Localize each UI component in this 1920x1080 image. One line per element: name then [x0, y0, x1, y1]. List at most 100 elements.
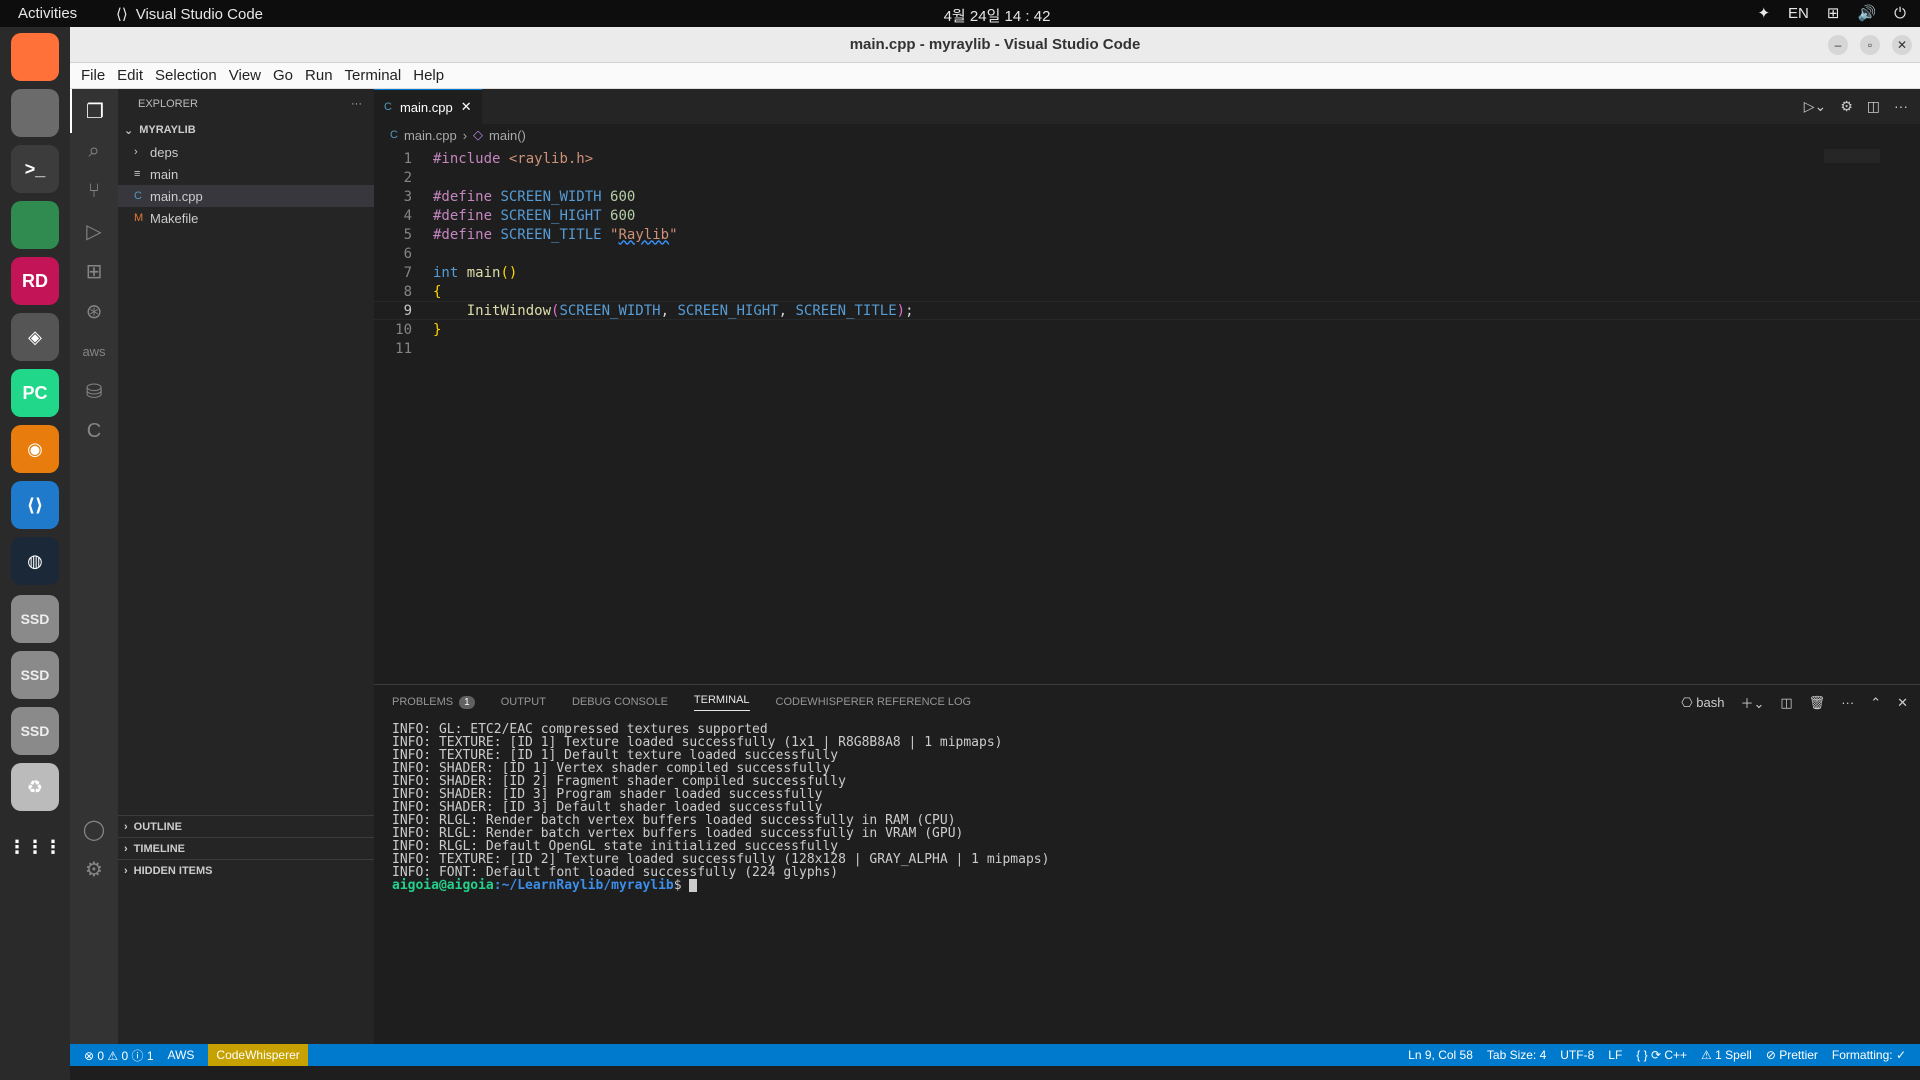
status-item[interactable]: { } ⟳ C++ — [1636, 1048, 1687, 1062]
codewhisperer-status[interactable]: CodeWhisperer — [208, 1044, 308, 1066]
codewhisperer-icon[interactable]: C — [70, 409, 118, 453]
cpp-file-icon: C — [390, 129, 398, 141]
breadcrumb: C main.cpp › ◇ main() — [374, 124, 1920, 146]
ssd-drive-icon[interactable]: SSD — [11, 707, 59, 755]
status-item[interactable]: LF — [1608, 1048, 1622, 1062]
prompt-path: :~/LearnRaylib/myraylib — [493, 878, 674, 893]
run-debug-icon[interactable]: ▷ — [70, 209, 118, 253]
section-label: OUTLINE — [133, 820, 182, 833]
volume-icon[interactable]: 🔊 — [1857, 4, 1876, 22]
menu-selection[interactable]: Selection — [150, 67, 222, 84]
status-item[interactable]: Ln 9, Col 58 — [1408, 1048, 1473, 1062]
keyboard-layout[interactable]: EN — [1788, 5, 1809, 22]
status-item[interactable]: UTF-8 — [1560, 1048, 1594, 1062]
menu-view[interactable]: View — [224, 67, 266, 84]
clock[interactable]: 4월 24일 14 : 42 — [942, 5, 1052, 26]
breadcrumb-symbol[interactable]: main() — [489, 128, 526, 143]
steam-icon[interactable]: ◍ — [11, 537, 59, 585]
maximize-button[interactable]: ▫ — [1860, 35, 1880, 55]
status-item[interactable]: ⊘ Prettier — [1766, 1048, 1818, 1062]
file-tree-item[interactable]: Cmain.cpp — [118, 185, 374, 207]
menu-file[interactable]: File — [76, 67, 110, 84]
split-editor-icon[interactable]: ◫ — [1867, 98, 1880, 115]
editor-tabs: C main.cpp ✕ ▷⌄ ⚙ ◫ ··· — [374, 89, 1920, 124]
more-actions-icon[interactable]: ··· — [1894, 98, 1908, 115]
file-tree-item[interactable]: M Makefile — [118, 207, 374, 229]
color-icon[interactable]: ✦ — [1757, 4, 1770, 22]
minimize-button[interactable]: – — [1828, 35, 1848, 55]
cpp-file-icon: C — [134, 190, 142, 202]
run-code-icon[interactable]: ▷⌄ — [1804, 98, 1827, 115]
more-actions-icon[interactable]: ··· — [351, 98, 362, 110]
workspace-root[interactable]: ⌄ MYRAYLIB — [118, 119, 374, 141]
extensions-icon[interactable]: ⊞ — [70, 249, 118, 293]
firefox-icon[interactable] — [11, 33, 59, 81]
split-terminal-icon[interactable]: ◫ — [1780, 695, 1792, 711]
file-tree-item[interactable]: › deps — [118, 141, 374, 163]
close-panel-icon[interactable]: ✕ — [1897, 695, 1908, 711]
kill-terminal-icon[interactable]: 🗑 — [1809, 695, 1826, 711]
file-tree-item[interactable]: ≡ main — [118, 163, 374, 185]
tab-main-cpp[interactable]: C main.cpp ✕ — [374, 89, 482, 124]
close-tab-icon[interactable]: ✕ — [461, 99, 472, 115]
vscode-icon[interactable]: ⟨⟩ — [11, 481, 59, 529]
terminal-prompt[interactable]: aigoia@aigoia:~/LearnRaylib/myraylib$ — [392, 879, 1049, 892]
power-icon[interactable]: ⏻ — [1894, 5, 1906, 22]
code-line: 1 #include <raylib.h> — [403, 150, 594, 167]
section-timeline[interactable]: › TIMELINE — [118, 837, 374, 859]
menu-run[interactable]: Run — [300, 67, 338, 84]
code-editor[interactable]: 1 #include <raylib.h> 2 3 #define SCREEN_W… — [374, 149, 1920, 358]
activities-button[interactable]: Activities — [18, 5, 77, 22]
active-app-menu[interactable]: ⟨⟩ Visual Studio Code — [116, 5, 263, 24]
status-item[interactable]: Tab Size: 4 — [1487, 1048, 1546, 1062]
menu-terminal[interactable]: Terminal — [340, 67, 407, 84]
system-tray[interactable]: ✦ EN ⊞ 🔊 ⏻ — [1757, 4, 1906, 23]
app-grid-icon[interactable]: ⋮⋮⋮ — [8, 823, 62, 871]
aws-icon[interactable]: aws — [70, 329, 118, 373]
problems-status[interactable]: ⊗ 0 ⚠ 0 ⓘ 1 — [84, 1047, 154, 1064]
panel-tab-debug-console[interactable]: DEBUG CONSOLE — [572, 696, 668, 708]
menu-edit[interactable]: Edit — [112, 67, 148, 84]
aws-status[interactable]: AWS — [168, 1048, 195, 1062]
git-graph-icon[interactable]: ⊛ — [70, 289, 118, 333]
prompt-user: aigoia@aigoia — [392, 878, 494, 893]
panel-tab-terminal[interactable]: TERMINAL — [693, 694, 750, 711]
blender-icon[interactable]: ◉ — [11, 425, 59, 473]
panel-tab-problems[interactable]: PROBLEMS 1 — [392, 695, 475, 709]
terminal-output[interactable]: INFO: GL: ETC2/EAC compressed textures s… — [392, 723, 1049, 892]
ssd-drive-icon[interactable]: SSD — [11, 595, 59, 643]
rider-icon[interactable]: RD — [11, 257, 59, 305]
chrome-icon[interactable] — [11, 201, 59, 249]
section-outline[interactable]: › OUTLINE — [118, 815, 374, 837]
network-icon[interactable]: ⊞ — [1827, 4, 1840, 22]
unity-icon[interactable]: ◈ — [11, 313, 59, 361]
panel-tab-output[interactable]: OUTPUT — [501, 696, 546, 708]
terminal-shell-selector[interactable]: ⎔ bash — [1681, 695, 1724, 711]
trash-icon[interactable]: ♻ — [11, 763, 59, 811]
files-icon[interactable] — [11, 89, 59, 137]
status-item[interactable]: Formatting: ✓ — [1832, 1048, 1906, 1062]
settings-gear-icon[interactable]: ⚙ — [70, 847, 118, 891]
terminal-icon[interactable]: >_ — [11, 145, 59, 193]
search-icon[interactable]: ⌕ — [70, 129, 118, 173]
new-terminal-icon[interactable]: ＋⌄ — [1740, 693, 1764, 712]
database-icon[interactable]: ⛁ — [70, 369, 118, 413]
more-actions-icon[interactable]: ··· — [1841, 695, 1854, 710]
window-titlebar[interactable]: main.cpp - myraylib - Visual Studio Code… — [70, 27, 1920, 63]
status-item[interactable]: ⚠ 1 Spell — [1701, 1048, 1752, 1062]
settings-icon[interactable]: ⚙ — [1840, 98, 1853, 115]
minimap[interactable] — [1824, 149, 1880, 163]
menu-go[interactable]: Go — [268, 67, 298, 84]
explorer-icon[interactable]: ❐ — [70, 89, 118, 133]
accounts-icon[interactable]: ◯ — [70, 807, 118, 851]
maximize-panel-icon[interactable]: ⌃ — [1870, 695, 1881, 711]
panel-tab-codewhisperer-reference-log[interactable]: CODEWHISPERER REFERENCE LOG — [776, 696, 972, 708]
menu-help[interactable]: Help — [408, 67, 449, 84]
close-button[interactable]: ✕ — [1892, 35, 1912, 55]
ssd-drive-icon[interactable]: SSD — [11, 651, 59, 699]
source-control-icon[interactable]: ⑂ — [70, 169, 118, 213]
pycharm-icon[interactable]: PC — [11, 369, 59, 417]
breadcrumb-file[interactable]: main.cpp — [404, 128, 457, 143]
code-line: 8{ — [403, 283, 442, 300]
section-hidden-items[interactable]: › HIDDEN ITEMS — [118, 859, 374, 881]
